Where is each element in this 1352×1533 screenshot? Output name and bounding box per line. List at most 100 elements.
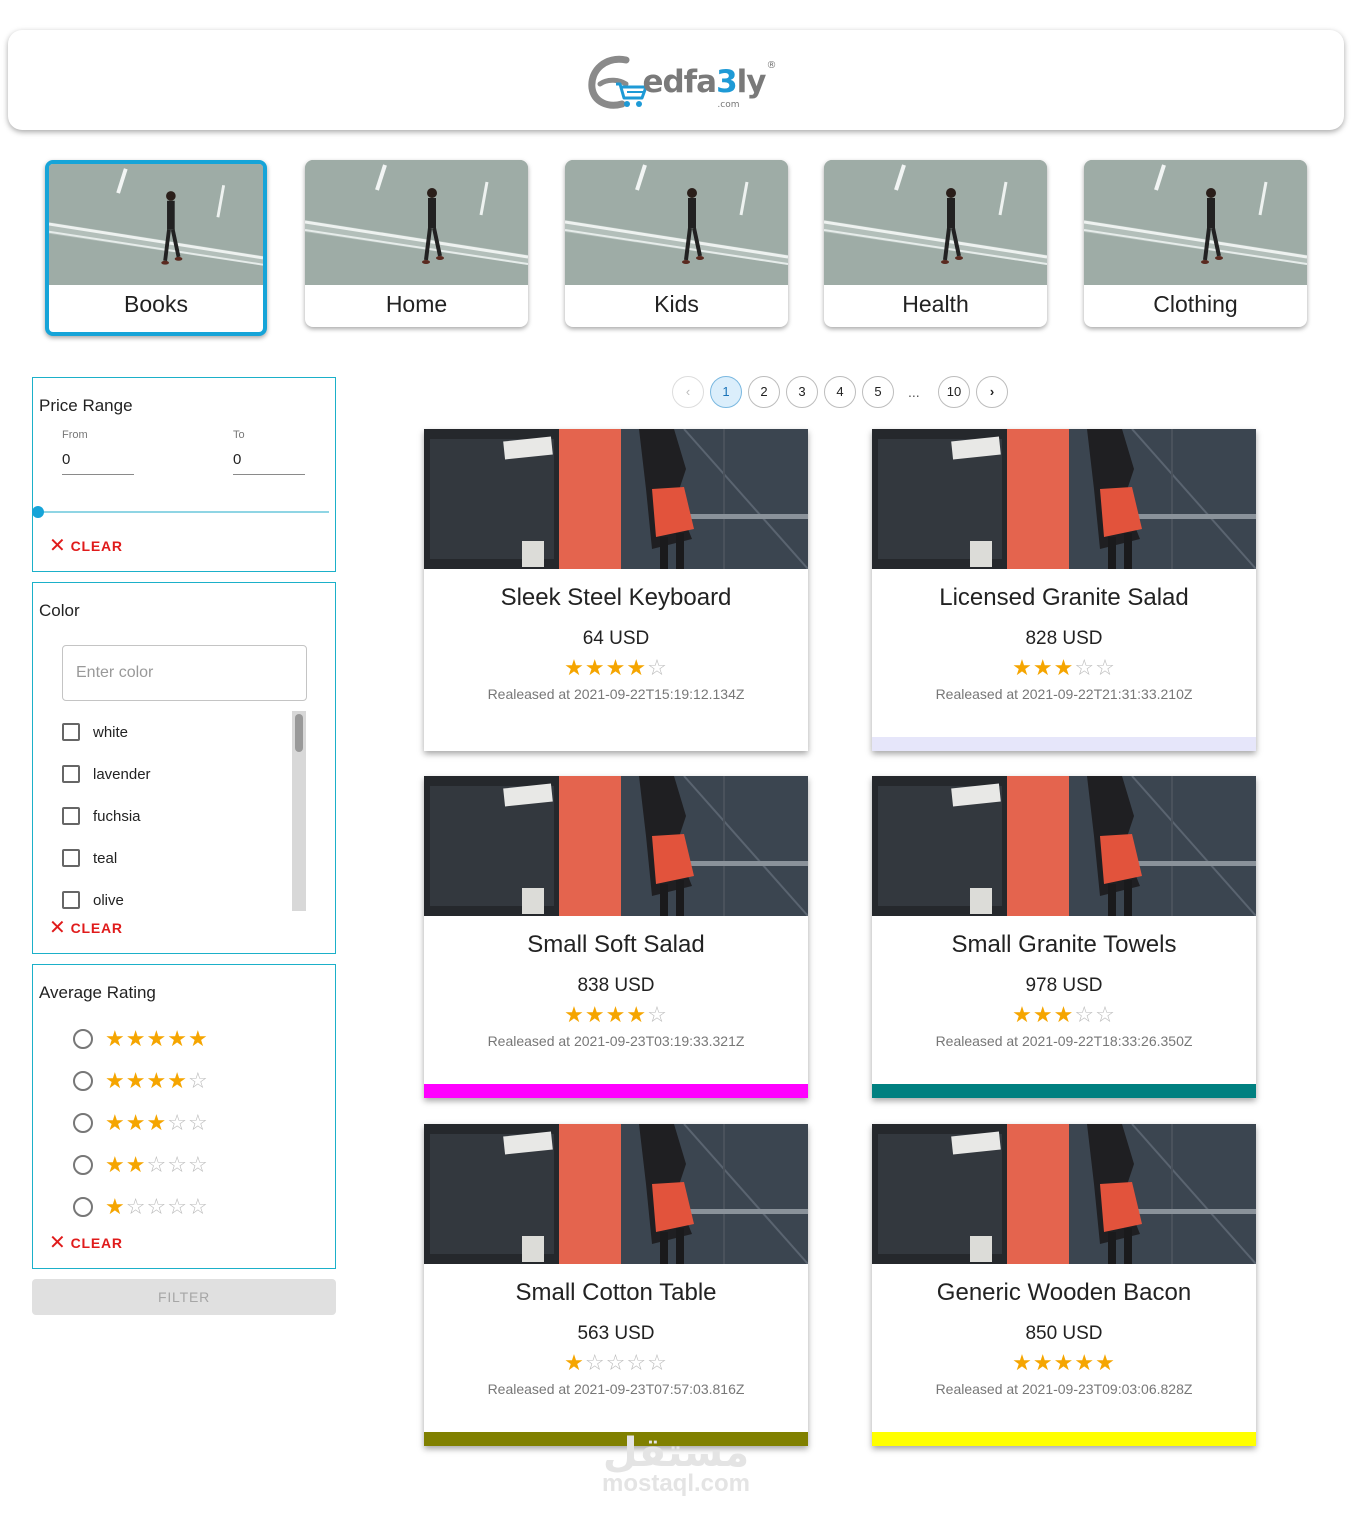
star-rating-icon: ★☆☆☆☆ — [105, 1196, 209, 1218]
close-icon: ✕ — [49, 1232, 67, 1254]
product-card[interactable]: Small Granite Towels 978 USD ★★★☆☆ Reale… — [872, 776, 1256, 1098]
star-filled-icon: ★ — [105, 1026, 126, 1051]
rating-option-3[interactable]: ★★★☆☆ — [73, 1108, 209, 1138]
star-filled-icon: ★ — [146, 1068, 168, 1093]
star-empty-icon: ☆ — [1095, 655, 1116, 680]
prev-page-button[interactable]: ‹ — [672, 376, 704, 408]
rating-clear-button[interactable]: ✕ CLEAR — [49, 1232, 123, 1254]
product-card[interactable]: Sleek Steel Keyboard 64 USD ★★★★☆ Realea… — [424, 429, 808, 751]
price-from-label: From — [62, 429, 88, 441]
category-card-clothing[interactable]: Clothing — [1084, 160, 1307, 327]
product-name: Sleek Steel Keyboard — [500, 584, 732, 611]
product-image — [424, 776, 808, 916]
star-filled-icon: ★ — [1012, 1350, 1033, 1375]
product-card[interactable]: Generic Wooden Bacon 850 USD ★★★★★ Reale… — [872, 1124, 1256, 1446]
star-empty-icon: ☆ — [647, 655, 668, 680]
next-page-button[interactable]: › — [976, 376, 1008, 408]
radio-button[interactable] — [73, 1197, 93, 1217]
color-option-teal[interactable]: teal — [62, 843, 117, 873]
price-range-panel: Price Range From 0 To 0 ✕ CLEAR — [32, 377, 336, 572]
checkbox[interactable] — [62, 765, 80, 783]
category-label: Health — [902, 291, 969, 317]
star-filled-icon: ★ — [105, 1152, 126, 1177]
rating-option-4[interactable]: ★★★★☆ — [73, 1066, 209, 1096]
star-filled-icon: ★ — [584, 655, 606, 680]
category-image — [1084, 160, 1307, 285]
product-rating-stars: ★★★☆☆ — [872, 657, 1256, 679]
page-button-1[interactable]: 1 — [710, 376, 742, 408]
star-empty-icon: ☆ — [167, 1110, 188, 1135]
price-slider-track[interactable] — [37, 511, 329, 513]
radio-button[interactable] — [73, 1071, 93, 1091]
star-filled-icon: ★ — [125, 1068, 147, 1093]
product-card[interactable]: Small Cotton Table 563 USD ★☆☆☆☆ Realeas… — [424, 1124, 808, 1446]
rating-option-1[interactable]: ★☆☆☆☆ — [73, 1192, 209, 1222]
star-empty-icon: ☆ — [146, 1152, 168, 1177]
category-card-health[interactable]: Health — [824, 160, 1047, 327]
color-search-input[interactable] — [62, 645, 307, 701]
scrollbar-thumb[interactable] — [295, 714, 303, 752]
price-slider-thumb[interactable] — [32, 506, 44, 518]
star-filled-icon: ★ — [626, 1002, 648, 1027]
product-price: 64 USD — [582, 628, 650, 649]
edfa3ly-logo[interactable]: edfa3ly .com ® — [586, 50, 777, 110]
close-icon: ✕ — [49, 917, 67, 939]
radio-button[interactable] — [73, 1113, 93, 1133]
logo-com: .com — [717, 100, 740, 110]
star-filled-icon: ★ — [1012, 1002, 1033, 1027]
rating-option-5[interactable]: ★★★★★ — [73, 1024, 209, 1054]
color-option-lavender[interactable]: lavender — [62, 759, 151, 789]
color-clear-button[interactable]: ✕ CLEAR — [49, 917, 123, 939]
page-button-2[interactable]: 2 — [748, 376, 780, 408]
product-price: 850 USD — [1025, 1323, 1103, 1344]
product-image — [424, 1124, 808, 1264]
star-filled-icon: ★ — [564, 655, 585, 680]
category-card-kids[interactable]: Kids — [565, 160, 788, 327]
price-clear-button[interactable]: ✕ CLEAR — [49, 536, 123, 556]
page-button-4[interactable]: 4 — [824, 376, 856, 408]
product-card[interactable]: Licensed Granite Salad 828 USD ★★★☆☆ Rea… — [872, 429, 1256, 751]
category-card-books[interactable]: Books — [45, 160, 267, 336]
rating-option-2[interactable]: ★★☆☆☆ — [73, 1150, 209, 1180]
star-filled-icon: ★ — [187, 1026, 209, 1051]
price-from-input[interactable]: 0 — [62, 449, 134, 475]
page-button-3[interactable]: 3 — [786, 376, 818, 408]
color-option-fuchsia[interactable]: fuchsia — [62, 801, 141, 831]
average-rating-title: Average Rating — [39, 983, 156, 1002]
checkbox[interactable] — [62, 807, 80, 825]
checkbox[interactable] — [62, 849, 80, 867]
product-name: Licensed Granite Salad — [939, 584, 1189, 611]
color-list-scrollbar[interactable] — [292, 711, 306, 911]
product-price: 828 USD — [1025, 628, 1103, 649]
product-price: 563 USD — [577, 1323, 655, 1344]
star-filled-icon: ★ — [125, 1026, 147, 1051]
color-option-olive[interactable]: olive — [62, 885, 124, 913]
checkbox[interactable] — [62, 723, 80, 741]
category-card-home[interactable]: Home — [305, 160, 528, 327]
product-rating-stars: ★★★☆☆ — [872, 1004, 1256, 1026]
product-image — [424, 429, 808, 569]
color-option-white[interactable]: white — [62, 717, 128, 747]
filter-button[interactable]: FILTER — [32, 1279, 336, 1315]
checkbox[interactable] — [62, 891, 80, 909]
product-rating-stars: ★★★★★ — [872, 1352, 1256, 1374]
star-filled-icon: ★ — [1053, 1350, 1075, 1375]
star-empty-icon: ☆ — [167, 1194, 188, 1219]
star-filled-icon: ★ — [167, 1068, 188, 1093]
product-release-date: Realeased at 2021-09-23T09:03:06.828Z — [935, 1381, 1193, 1397]
clear-label: CLEAR — [70, 538, 123, 554]
product-release-date: Realeased at 2021-09-23T07:57:03.816Z — [487, 1381, 745, 1397]
star-empty-icon: ☆ — [125, 1194, 147, 1219]
page-button-10[interactable]: 10 — [938, 376, 970, 408]
product-color-bar — [424, 1432, 808, 1446]
star-empty-icon: ☆ — [647, 1002, 668, 1027]
watermark-latin: mostaql.com — [601, 1470, 751, 1497]
star-empty-icon: ☆ — [167, 1152, 188, 1177]
product-name: Small Cotton Table — [515, 1279, 717, 1306]
star-filled-icon: ★ — [1012, 655, 1033, 680]
product-card[interactable]: Small Soft Salad 838 USD ★★★★☆ Realeased… — [424, 776, 808, 1098]
radio-button[interactable] — [73, 1155, 93, 1175]
price-to-input[interactable]: 0 — [233, 449, 305, 475]
page-button-5[interactable]: 5 — [862, 376, 894, 408]
radio-button[interactable] — [73, 1029, 93, 1049]
